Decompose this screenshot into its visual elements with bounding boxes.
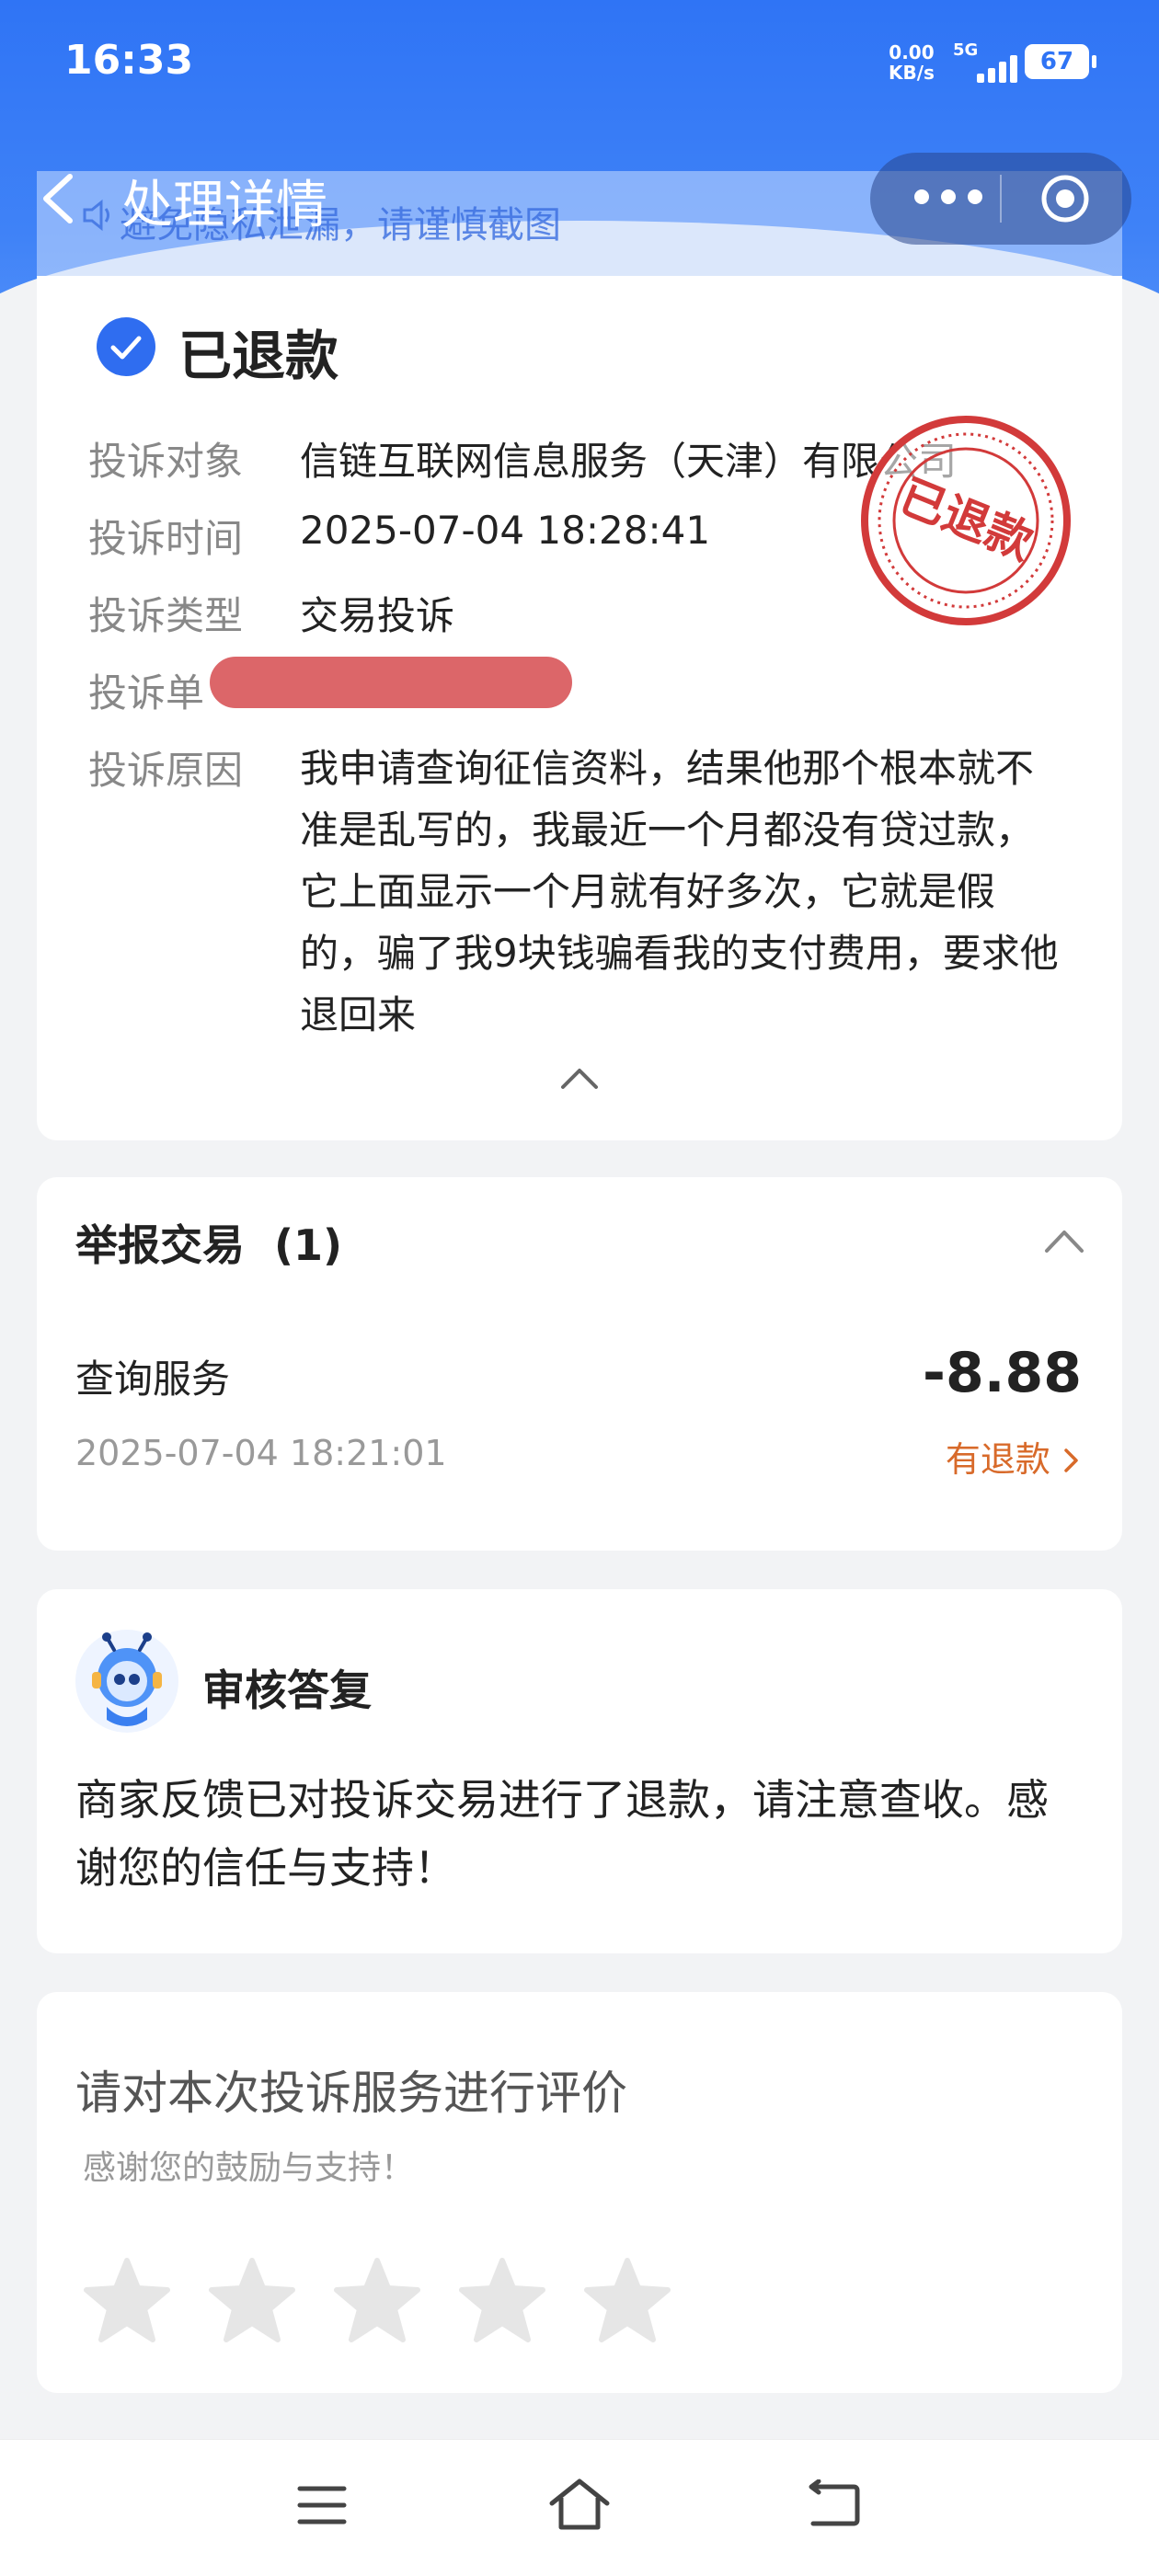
value-complaint-reason: 我申请查询征信资料，结果他那个根本就不准是乱写的，我最近一个月都没有贷过款，它上…	[300, 746, 1059, 1037]
rating-subtitle: 感谢您的鼓励与支持！	[83, 2149, 415, 2187]
status-bar: 16:33 0.00 KB/s 5G 67	[0, 0, 1159, 129]
close-target-icon[interactable]	[1039, 173, 1091, 224]
transactions-count: (1)	[274, 1220, 343, 1270]
review-title: 审核答复	[202, 1666, 372, 1715]
signal-icon	[964, 53, 1017, 83]
mini-program-capsule	[870, 153, 1131, 245]
star-icon-2[interactable]	[204, 2253, 300, 2349]
speaker-icon	[83, 199, 109, 232]
net-speed: 0.00 KB/s	[889, 42, 935, 83]
star-icon-3[interactable]	[329, 2253, 425, 2349]
rating-title: 请对本次投诉服务进行评价	[75, 2067, 627, 2120]
star-icon-1[interactable]	[79, 2253, 175, 2349]
menu-icon[interactable]	[296, 2483, 348, 2527]
capsule-divider	[1000, 175, 1002, 223]
transaction-name: 查询服务	[75, 1357, 231, 1402]
battery-icon: 67	[1025, 44, 1096, 79]
more-icon[interactable]	[914, 189, 982, 208]
refund-stamp: 已退款	[861, 416, 1071, 625]
net-speed-unit: KB/s	[889, 62, 935, 84]
transaction-amount: -8.88	[923, 1341, 1082, 1405]
transactions-title: 举报交易 (1)	[75, 1212, 342, 1273]
star-icon-4[interactable]	[454, 2253, 550, 2349]
back-gesture-icon[interactable]	[806, 2479, 863, 2531]
back-icon[interactable]	[37, 171, 81, 226]
label-complaint-target: 投诉对象	[88, 439, 244, 484]
label-complaint-number: 投诉单	[88, 670, 205, 716]
label-complaint-reason: 投诉原因	[88, 748, 244, 793]
refund-status: 已退款	[178, 325, 339, 387]
status-time: 16:33	[64, 37, 194, 84]
check-circle-icon	[97, 317, 155, 376]
chevron-up-icon[interactable]	[1043, 1227, 1085, 1254]
transactions-title-text: 举报交易	[75, 1220, 245, 1270]
transaction-time: 2025-07-04 18:21:01	[75, 1433, 447, 1473]
refund-status-label: 有退款	[945, 1439, 1050, 1480]
redaction-mark	[210, 657, 572, 708]
label-complaint-time: 投诉时间	[88, 516, 244, 561]
ant-mascot-avatar	[75, 1630, 178, 1733]
net-speed-value: 0.00	[889, 41, 935, 63]
page-title: 处理详情	[121, 176, 327, 235]
label-complaint-type: 投诉类型	[88, 593, 244, 638]
review-text: 商家反馈已对投诉交易进行了退款，请注意查收。感谢您的信任与支持！	[75, 1775, 1049, 1893]
collapse-chevron-icon[interactable]	[559, 1065, 600, 1091]
value-complaint-time: 2025-07-04 18:28:41	[300, 508, 711, 553]
home-icon[interactable]	[546, 2476, 613, 2533]
star-icon-5[interactable]	[580, 2253, 675, 2349]
chevron-right-icon	[1064, 1448, 1078, 1472]
refund-status-link[interactable]: 有退款	[946, 1431, 1082, 1482]
value-complaint-type: 交易投诉	[300, 593, 455, 638]
